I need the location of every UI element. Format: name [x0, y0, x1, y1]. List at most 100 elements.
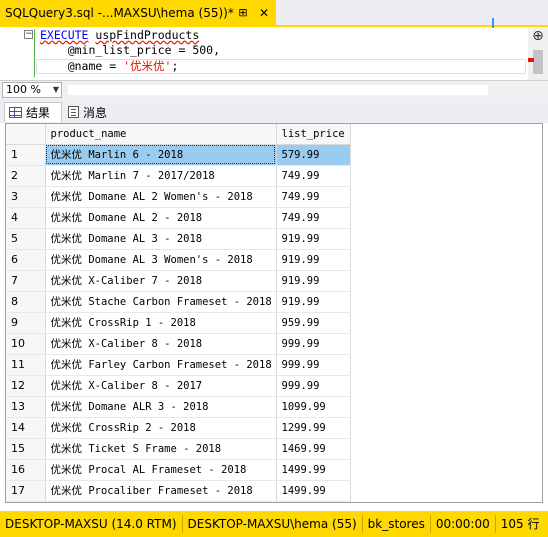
table-row[interactable]: 14 优米优 CrossRip 2 - 2018 1299.99 [6, 417, 351, 439]
table-row[interactable]: 4 优米优 Domane AL 2 - 2018 749.99 [6, 207, 351, 229]
list-price-cell[interactable]: 999.99 [276, 354, 351, 376]
product-name-cell[interactable]: 优米优 Procaliber Frameset - 2018 [45, 480, 277, 502]
status-elapsed: 00:00:00 [431, 515, 496, 533]
code-line-2[interactable]: @min_list_price = 500, [40, 43, 220, 58]
results-grid[interactable]: product_name list_price 1 优米优 Marlin 6 - … [5, 123, 543, 503]
row-number-cell[interactable]: 6 [6, 249, 46, 271]
tab-results-label: 结果 [26, 106, 51, 120]
list-price-cell[interactable]: 1469.99 [276, 438, 351, 460]
product-name-cell[interactable]: 优米优 Ticket S Frame - 2018 [45, 438, 277, 460]
split-icon[interactable]: ⊕ [531, 29, 545, 43]
table-row[interactable]: 5 优米优 Domane AL 3 - 2018 919.99 [6, 228, 351, 250]
list-price-cell[interactable]: 1099.99 [276, 396, 351, 418]
editor-scroll-thumb[interactable] [533, 50, 543, 74]
list-price-cell[interactable]: 999.99 [276, 375, 351, 397]
list-price-cell[interactable]: 919.99 [276, 291, 351, 313]
code-line-3[interactable]: @name = '优米优'; [40, 59, 179, 74]
document-tab-bar: SQLQuery3.sql -...MAXSU\hema (55))* ⊞ ✕ [0, 0, 548, 27]
list-price-cell[interactable]: 1499.99 [276, 459, 351, 481]
zoom-combo[interactable]: 100 % ▼ [2, 82, 62, 98]
row-number-cell[interactable]: 2 [6, 165, 46, 187]
pin-icon[interactable]: ⊞ [235, 5, 251, 21]
table-row[interactable]: 13 优米优 Domane ALR 3 - 2018 1099.99 [6, 396, 351, 418]
statement-terminator: ; [171, 59, 179, 73]
row-number-cell[interactable]: 8 [6, 291, 46, 313]
list-price-cell[interactable]: 1299.99 [276, 417, 351, 439]
column-header-list-price[interactable]: list_price [276, 124, 351, 145]
list-price-cell[interactable]: 749.99 [276, 207, 351, 229]
table-row[interactable]: 6 优米优 Domane AL 3 Women's - 2018 919.99 [6, 249, 351, 271]
product-name-cell[interactable]: 优米优 X-Caliber 7 - 2018 [45, 270, 277, 292]
editor-horizontal-scrollbar[interactable] [68, 85, 488, 95]
table-row[interactable]: 10 优米优 X-Caliber 8 - 2018 999.99 [6, 333, 351, 355]
error-marker [528, 58, 534, 62]
code-line-1[interactable]: EXECUTE uspFindProducts [40, 28, 199, 43]
product-name-cell[interactable]: 优米优 CrossRip 1 - 2018 [45, 312, 277, 334]
product-name-cell[interactable]: 优米优 Domane AL 3 Women's - 2018 [45, 249, 277, 271]
row-number-cell[interactable]: 4 [6, 207, 46, 229]
row-number-cell[interactable]: 16 [6, 459, 46, 481]
message-icon [68, 106, 79, 118]
product-name-cell[interactable]: 优米优 X-Caliber 8 - 2018 [45, 333, 277, 355]
table-row[interactable]: 12 优米优 X-Caliber 8 - 2017 999.99 [6, 375, 351, 397]
row-number-cell[interactable]: 12 [6, 375, 46, 397]
close-icon[interactable]: ✕ [256, 5, 272, 21]
row-number-cell[interactable]: 15 [6, 438, 46, 460]
product-name-cell[interactable]: 优米优 Domane AL 3 - 2018 [45, 228, 277, 250]
list-price-cell[interactable]: 919.99 [276, 249, 351, 271]
row-number-cell[interactable]: 9 [6, 312, 46, 334]
row-number-cell[interactable]: 14 [6, 417, 46, 439]
name-param: @name = [40, 59, 124, 73]
table-row[interactable]: 2 优米优 Marlin 7 - 2017/2018 749.99 [6, 165, 351, 187]
list-price-cell[interactable]: 579.99 [276, 144, 351, 166]
product-name-cell[interactable]: 优米优 Marlin 6 - 2018 [45, 144, 277, 166]
column-header-product-name[interactable]: product_name [45, 124, 277, 145]
product-name-cell[interactable]: 优米优 Stache Carbon Frameset - 2018 [45, 291, 277, 313]
row-number-cell[interactable]: 5 [6, 228, 46, 250]
product-name-cell[interactable]: 优米优 Domane ALR 3 - 2018 [45, 396, 277, 418]
row-number-cell[interactable]: 11 [6, 354, 46, 376]
tab-messages[interactable]: 消息 [64, 102, 118, 122]
results-tab-strip: 结果 消息 [0, 99, 548, 123]
product-name-cell[interactable]: 优米优 CrossRip 2 - 2018 [45, 417, 277, 439]
keyword-execute: EXECUTE [40, 28, 89, 42]
row-number-cell[interactable]: 3 [6, 186, 46, 208]
query-editor[interactable]: − EXECUTE uspFindProducts @min_list_pric… [0, 27, 548, 80]
list-price-cell[interactable]: 999.99 [276, 333, 351, 355]
list-price-cell[interactable]: 919.99 [276, 270, 351, 292]
table-row[interactable]: 7 优米优 X-Caliber 7 - 2018 919.99 [6, 270, 351, 292]
row-number-header[interactable] [6, 124, 46, 145]
row-number-cell[interactable]: 13 [6, 396, 46, 418]
table-row[interactable]: 11 优米优 Farley Carbon Frameset - 2018 999.9… [6, 354, 351, 376]
tab-results[interactable]: 结果 [4, 102, 62, 122]
table-row[interactable]: 1 优米优 Marlin 6 - 2018 579.99 [6, 144, 351, 166]
table-row[interactable]: 9 优米优 CrossRip 1 - 2018 959.99 [6, 312, 351, 334]
scroll-position-marker [492, 18, 494, 28]
collapse-icon[interactable]: − [24, 30, 33, 39]
product-name-cell[interactable]: 优米优 Domane AL 2 - 2018 [45, 207, 277, 229]
product-name-cell[interactable]: 优米优 X-Caliber 8 - 2017 [45, 375, 277, 397]
product-name-cell[interactable]: 优米优 Marlin 7 - 2017/2018 [45, 165, 277, 187]
product-name-cell[interactable]: 优米优 Procal AL Frameset - 2018 [45, 459, 277, 481]
zoom-bar: 100 % ▼ [0, 80, 548, 99]
row-number-cell[interactable]: 1 [6, 144, 46, 166]
list-price-cell[interactable]: 1499.99 [276, 480, 351, 502]
list-price-cell[interactable]: 749.99 [276, 165, 351, 187]
table-row[interactable]: 15 优米优 Ticket S Frame - 2018 1469.99 [6, 438, 351, 460]
row-number-cell[interactable]: 7 [6, 270, 46, 292]
table-row[interactable]: 3 优米优 Domane AL 2 Women's - 2018 749.99 [6, 186, 351, 208]
table-row[interactable]: 16 优米优 Procal AL Frameset - 2018 1499.99 [6, 459, 351, 481]
list-price-cell[interactable]: 919.99 [276, 228, 351, 250]
table-row[interactable]: 17 优米优 Procaliber Frameset - 2018 1499.99 [6, 480, 351, 502]
product-name-cell[interactable]: 优米优 Farley Carbon Frameset - 2018 [45, 354, 277, 376]
table-row[interactable]: 8 优米优 Stache Carbon Frameset - 2018 919.99 [6, 291, 351, 313]
row-number-cell[interactable]: 10 [6, 333, 46, 355]
status-row-count: 105 行 [500, 517, 540, 531]
chevron-down-icon[interactable]: ▼ [53, 83, 59, 97]
tab-messages-label: 消息 [83, 105, 108, 120]
list-price-cell[interactable]: 959.99 [276, 312, 351, 334]
row-number-cell[interactable]: 17 [6, 480, 46, 502]
list-price-cell[interactable]: 749.99 [276, 186, 351, 208]
product-name-cell[interactable]: 优米优 Domane AL 2 Women's - 2018 [45, 186, 277, 208]
zoom-value: 100 % [6, 83, 41, 96]
